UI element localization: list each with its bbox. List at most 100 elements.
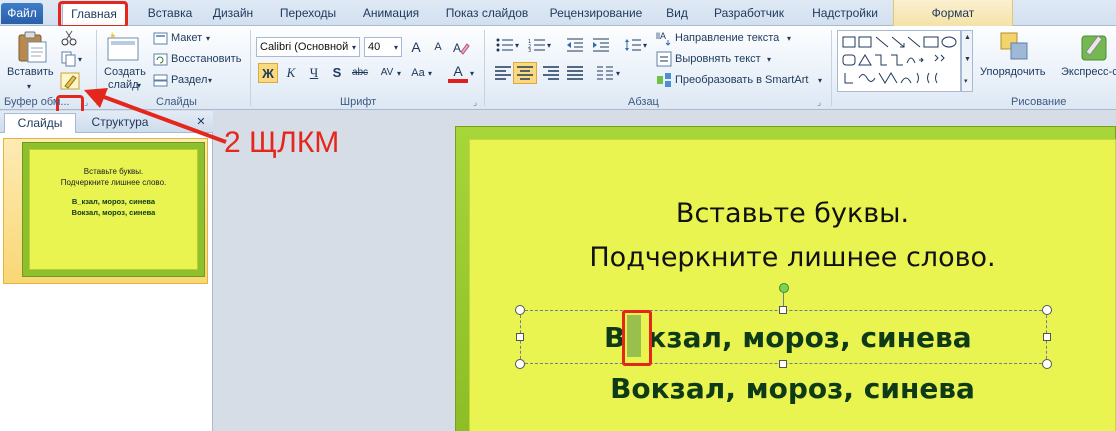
change-case-dropdown-arrow[interactable]: ▾: [428, 67, 432, 80]
paste-icon[interactable]: [16, 30, 50, 64]
char-spacing-button[interactable]: AV: [377, 63, 397, 83]
align-center-button[interactable]: [513, 62, 537, 84]
tab-design[interactable]: Дизайн: [206, 3, 260, 24]
slide-word-line-1[interactable]: Вкзал, мороз, синева: [604, 320, 972, 360]
text-direction-button[interactable]: Направление текста: [675, 32, 779, 45]
align-right-icon[interactable]: [542, 66, 560, 80]
gallery-more[interactable]: ▾: [964, 75, 968, 88]
change-case-button[interactable]: Aa: [408, 63, 428, 83]
resize-handle-bottom-right[interactable]: [1042, 359, 1052, 369]
char-spacing-dropdown-arrow[interactable]: ▾: [397, 67, 401, 80]
resize-handle-right[interactable]: [1043, 333, 1051, 341]
layout-icon[interactable]: [153, 32, 168, 45]
tab-developer[interactable]: Разработчик: [707, 3, 791, 24]
tab-addins[interactable]: Надстройки: [806, 3, 884, 24]
line-spacing-dropdown-arrow[interactable]: ▾: [643, 39, 647, 52]
increase-indent-icon[interactable]: [592, 38, 610, 52]
slide-word-line-2[interactable]: Вокзал, мороз, синева: [469, 371, 1116, 407]
columns-icon[interactable]: [596, 66, 614, 80]
font-name-combobox[interactable]: Calibri (Основной: [256, 37, 360, 57]
reset-icon[interactable]: [153, 53, 168, 66]
columns-dropdown-arrow[interactable]: ▾: [616, 67, 620, 80]
separator: [250, 30, 251, 106]
bullets-dropdown-arrow[interactable]: ▾: [515, 39, 519, 52]
align-text-button[interactable]: Выровнять текст: [675, 53, 761, 66]
tab-format[interactable]: Формат: [893, 0, 1013, 26]
gallery-scroll-up[interactable]: ▲: [964, 31, 971, 44]
text-direction-dropdown-arrow[interactable]: ▾: [787, 32, 791, 45]
slide-thumbnail[interactable]: Вставьте буквы. Подчеркните лишнее слово…: [22, 142, 205, 277]
paste-button[interactable]: Вставить: [7, 66, 54, 79]
align-left-icon[interactable]: [494, 66, 512, 80]
tab-file[interactable]: Файл: [1, 3, 43, 24]
svg-text:3: 3: [528, 48, 531, 52]
format-painter-icon[interactable]: [60, 72, 80, 90]
font-name-dropdown-arrow[interactable]: ▾: [352, 41, 356, 54]
numbering-icon[interactable]: 123: [528, 38, 546, 52]
font-size-dropdown-arrow[interactable]: ▾: [394, 41, 398, 54]
shadow-button[interactable]: S: [327, 63, 347, 83]
paragraph-dialog-launcher[interactable]: ⌟: [817, 96, 821, 109]
smartart-dropdown-arrow[interactable]: ▾: [818, 74, 822, 87]
resize-handle-left[interactable]: [516, 333, 524, 341]
arrange-button[interactable]: Упорядочить: [980, 66, 1045, 79]
quick-styles-button[interactable]: Экспресс-ст: [1061, 66, 1116, 79]
tab-slideshow[interactable]: Показ слайдов: [440, 3, 534, 24]
clear-formatting-icon[interactable]: A: [452, 38, 470, 56]
tab-review[interactable]: Рецензирование: [546, 3, 646, 24]
italic-button[interactable]: К: [281, 63, 301, 83]
slides-pane: Слайды Структура ✕ 1 Вставьте буквы. Под…: [0, 111, 213, 431]
gallery-scroll-down[interactable]: ▼: [964, 53, 971, 66]
convert-smartart-button[interactable]: Преобразовать в SmartArt: [675, 74, 808, 87]
font-color-button[interactable]: A: [448, 61, 468, 83]
separator: [831, 30, 832, 106]
pane-tab-slides[interactable]: Слайды: [4, 113, 76, 133]
copy-dropdown-arrow[interactable]: ▾: [78, 53, 82, 66]
shrink-font-button[interactable]: A: [428, 37, 448, 57]
shapes-gallery[interactable]: [837, 30, 961, 92]
cut-icon[interactable]: [60, 30, 78, 46]
text-direction-icon[interactable]: llA: [656, 30, 672, 46]
bullets-icon[interactable]: [496, 38, 514, 52]
decrease-indent-icon[interactable]: [566, 38, 584, 52]
resize-handle-top[interactable]: [779, 306, 787, 314]
font-dialog-launcher[interactable]: ⌟: [473, 96, 477, 109]
new-slide-icon[interactable]: [106, 30, 142, 62]
tab-animation[interactable]: Анимация: [355, 3, 427, 24]
new-slide-label-1[interactable]: Создать: [104, 66, 146, 79]
font-color-dropdown-arrow[interactable]: ▾: [470, 67, 474, 80]
layout-dropdown-arrow[interactable]: ▾: [206, 32, 210, 45]
strikethrough-button[interactable]: abc: [350, 63, 370, 83]
resize-handle-bottom[interactable]: [779, 360, 787, 368]
reset-button[interactable]: Восстановить: [171, 53, 241, 66]
tab-insert[interactable]: Вставка: [140, 3, 200, 24]
resize-handle-top-left[interactable]: [515, 305, 525, 315]
quick-styles-icon[interactable]: [1076, 30, 1110, 64]
bold-button[interactable]: Ж: [258, 63, 278, 83]
numbering-dropdown-arrow[interactable]: ▾: [547, 39, 551, 52]
paste-dropdown-arrow[interactable]: ▾: [27, 80, 31, 93]
line-spacing-icon[interactable]: [624, 38, 642, 52]
justify-icon[interactable]: [566, 66, 584, 80]
shapes-gallery-icon: [842, 36, 957, 84]
underline-button[interactable]: Ч: [304, 63, 324, 83]
grow-font-button[interactable]: A: [406, 37, 426, 57]
thumb-line-2: Подчеркните лишнее слово.: [60, 178, 167, 187]
align-text-dropdown-arrow[interactable]: ▾: [767, 53, 771, 66]
paragraph-group-label: Абзац: [628, 96, 659, 108]
tab-view[interactable]: Вид: [660, 3, 694, 24]
svg-text:A: A: [453, 41, 461, 55]
layout-button[interactable]: Макет: [171, 32, 202, 45]
thumb-word-2: Вокзал, мороз, синева: [71, 208, 156, 217]
rotation-handle[interactable]: [779, 283, 789, 293]
tab-transitions[interactable]: Переходы: [276, 3, 340, 24]
smartart-icon[interactable]: [656, 72, 672, 88]
shapes-gallery-scrollbar[interactable]: ▲ ▼ ▾: [961, 30, 973, 92]
align-text-icon[interactable]: [656, 51, 672, 67]
resize-handle-bottom-left[interactable]: [515, 359, 525, 369]
ribbon-tab-bar: Файл Главная Вставка Дизайн Переходы Ани…: [0, 0, 1116, 27]
arrange-icon[interactable]: [998, 30, 1032, 64]
resize-handle-top-right[interactable]: [1042, 305, 1052, 315]
copy-icon[interactable]: [60, 51, 78, 67]
slide-thumbnail-content: Вставьте буквы. Подчеркните лишнее слово…: [29, 149, 198, 270]
